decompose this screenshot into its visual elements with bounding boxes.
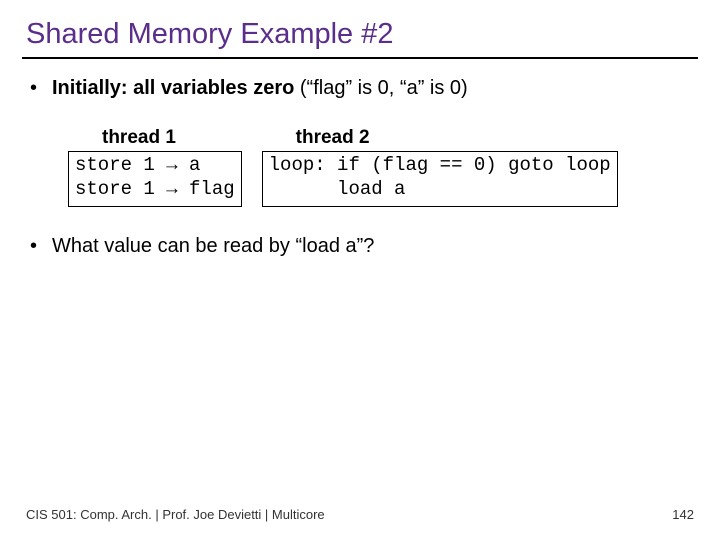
t2-line1: loop: if (flag == 0) goto loop (269, 154, 611, 176)
t2-line2: load a (269, 178, 406, 200)
thread-2-col: thread 2 loop: if (flag == 0) goto loop … (262, 127, 618, 207)
question-marker: • (30, 233, 52, 259)
bullet-text: Initially: all variables zero (“flag” is… (52, 75, 468, 101)
bullet-strong: Initially: all variables zero (52, 77, 294, 99)
thread-2-header: thread 2 (296, 127, 618, 149)
title-underline (22, 57, 698, 59)
thread-2-code: loop: if (flag == 0) goto loop load a (262, 151, 618, 207)
code-area: thread 1 store 1 → a store 1 → flag thre… (68, 127, 694, 207)
page-number: 142 (672, 507, 694, 522)
thread-1-header: thread 1 (102, 127, 242, 149)
footer-left: CIS 501: Comp. Arch. | Prof. Joe Deviett… (26, 507, 325, 522)
bullet-initial: • Initially: all variables zero (“flag” … (30, 75, 694, 101)
bullet-rest: (“flag” is 0, “a” is 0) (294, 77, 467, 99)
slide: Shared Memory Example #2 • Initially: al… (0, 0, 720, 540)
slide-title: Shared Memory Example #2 (26, 18, 694, 51)
bullet-marker: • (30, 75, 52, 101)
footer: CIS 501: Comp. Arch. | Prof. Joe Deviett… (26, 507, 694, 522)
question-text: What value can be read by “load a”? (52, 233, 374, 259)
t1-line1: store 1 → a (75, 154, 200, 176)
bullet-question: • What value can be read by “load a”? (30, 233, 694, 259)
thread-1-col: thread 1 store 1 → a store 1 → flag (68, 127, 242, 207)
thread-1-code: store 1 → a store 1 → flag (68, 151, 242, 207)
t1-line2: store 1 → flag (75, 178, 235, 200)
